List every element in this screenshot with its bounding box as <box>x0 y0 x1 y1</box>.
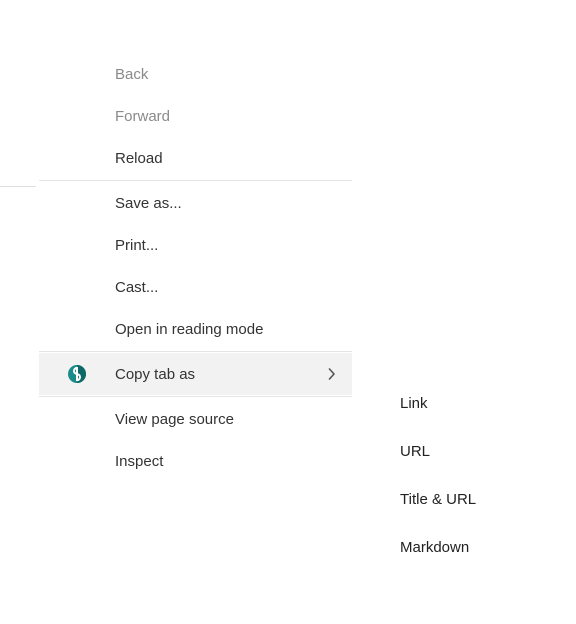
submenu-item-label: URL <box>400 443 430 460</box>
menu-item-label: Copy tab as <box>115 366 195 383</box>
context-submenu: Link URL Title & URL Markdown <box>400 379 550 571</box>
menu-separator <box>39 180 352 181</box>
menu-item-cast[interactable]: Cast... <box>39 266 352 308</box>
menu-item-label: Cast... <box>115 279 158 296</box>
extension-icon <box>67 364 87 384</box>
menu-separator <box>39 396 352 397</box>
submenu-item-markdown[interactable]: Markdown <box>400 523 550 571</box>
menu-item-back[interactable]: Back <box>39 53 352 95</box>
menu-item-print[interactable]: Print... <box>39 224 352 266</box>
menu-item-save-as[interactable]: Save as... <box>39 182 352 224</box>
page-divider <box>0 186 36 187</box>
menu-item-reading-mode[interactable]: Open in reading mode <box>39 308 352 350</box>
submenu-item-link[interactable]: Link <box>400 379 550 427</box>
menu-item-label: Inspect <box>115 453 163 470</box>
menu-item-label: Forward <box>115 108 170 125</box>
submenu-item-url[interactable]: URL <box>400 427 550 475</box>
menu-item-reload[interactable]: Reload <box>39 137 352 179</box>
chevron-right-icon <box>328 368 336 380</box>
submenu-item-label: Markdown <box>400 539 469 556</box>
menu-item-forward[interactable]: Forward <box>39 95 352 137</box>
menu-item-label: Reload <box>115 150 163 167</box>
submenu-item-label: Title & URL <box>400 491 476 508</box>
menu-item-label: View page source <box>115 411 234 428</box>
menu-item-inspect[interactable]: Inspect <box>39 440 352 482</box>
menu-item-label: Print... <box>115 237 158 254</box>
menu-item-view-source[interactable]: View page source <box>39 398 352 440</box>
menu-item-label: Open in reading mode <box>115 321 263 338</box>
menu-item-copy-tab-as[interactable]: Copy tab as <box>39 353 352 395</box>
menu-separator <box>39 351 352 352</box>
submenu-item-label: Link <box>400 395 428 412</box>
menu-item-label: Back <box>115 66 148 83</box>
context-menu: Back Forward Reload Save as... Print... … <box>39 53 352 482</box>
submenu-item-title-url[interactable]: Title & URL <box>400 475 550 523</box>
menu-item-label: Save as... <box>115 195 182 212</box>
